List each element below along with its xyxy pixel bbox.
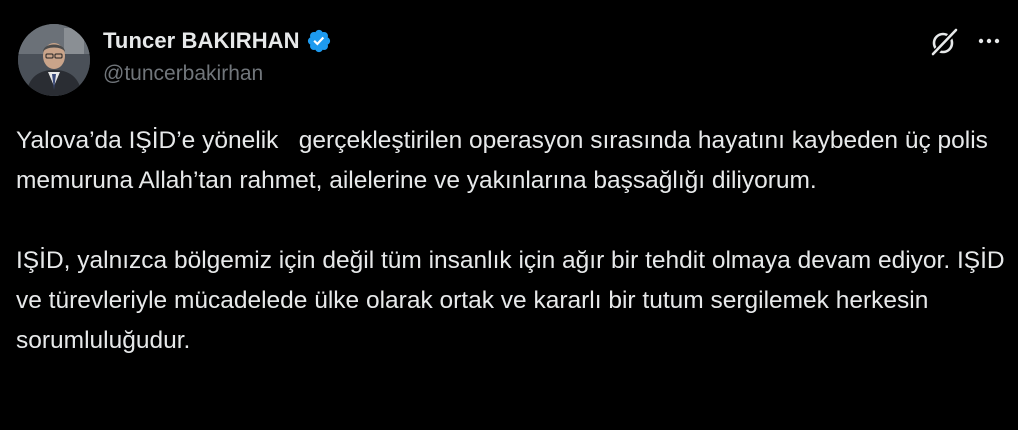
avatar-image: [18, 24, 90, 96]
name-row: Tuncer BAKIRHAN: [103, 26, 332, 56]
tweet-paragraph-2: IŞİD, yalnızca bölgemiz için değil tüm i…: [16, 247, 1012, 354]
more-dots-icon[interactable]: [974, 28, 1004, 54]
tweet-card: Tuncer BAKIRHAN @tuncerbakirhan Yalova’d…: [0, 0, 1018, 430]
avatar[interactable]: [18, 24, 90, 96]
grok-icon[interactable]: [929, 27, 959, 57]
author-info: Tuncer BAKIRHAN @tuncerbakirhan: [103, 26, 332, 86]
handle[interactable]: @tuncerbakirhan: [103, 62, 332, 86]
tweet-text: Yalova’da IŞİD’e yönelik gerçekleştirile…: [16, 121, 1006, 361]
display-name[interactable]: Tuncer BAKIRHAN: [103, 28, 300, 54]
verified-badge-icon[interactable]: [306, 28, 332, 54]
tweet-paragraph-1: Yalova’da IŞİD’e yönelik gerçekleştirile…: [16, 127, 995, 194]
